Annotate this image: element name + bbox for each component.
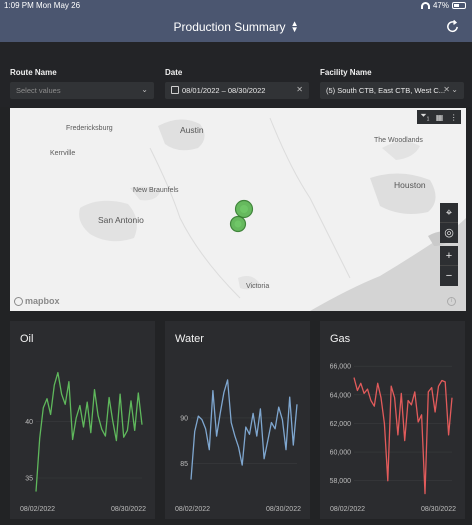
- city-label: New Braunfels: [133, 187, 179, 194]
- status-indicators: 47%: [420, 1, 466, 10]
- route-name-select[interactable]: Select values ⌄: [10, 82, 154, 99]
- map[interactable]: Fredericksburg Austin Kerrville New Brau…: [10, 108, 466, 311]
- filter-badge: 1: [426, 116, 430, 123]
- filter-bar: Route Name Select values ⌄ Date 08/01/20…: [0, 42, 472, 107]
- city-label: The Woodlands: [374, 137, 423, 144]
- clear-facility-icon[interactable]: ✕: [443, 85, 450, 94]
- page-title-group[interactable]: Production Summary ▲ ▼: [0, 19, 472, 35]
- calendar-icon: [171, 86, 179, 94]
- gas-chart-card: Gas 58,000 60,000 62,000 64,000 66,000 08/02/…: [320, 321, 465, 519]
- city-label: Houston: [394, 180, 426, 190]
- y-tick-label: 40: [25, 419, 33, 426]
- page-title: Production Summary: [173, 20, 286, 34]
- status-time: 1:09 PM Mon May 26: [4, 1, 81, 10]
- x-tick-label: 08/02/2022: [20, 506, 55, 513]
- y-tick-label: 62,000: [330, 421, 352, 428]
- city-label: San Antonio: [98, 215, 144, 225]
- map-pin-icon[interactable]: ⌖: [440, 203, 458, 223]
- city-label: Austin: [180, 125, 204, 135]
- date-range-value: 08/01/2022 – 08/30/2022: [182, 86, 266, 95]
- facility-name-value: (5) South CTB, East CTB, West C...: [326, 86, 446, 95]
- more-vertical-icon[interactable]: ⋮: [450, 113, 458, 122]
- date-range-field[interactable]: 08/01/2022 – 08/30/2022 ✕: [165, 82, 309, 99]
- y-tick-label: 35: [25, 476, 33, 483]
- chevron-up-down-icon: ▲ ▼: [290, 19, 299, 34]
- oil-line-chart: 35 40 08/02/2022 08/30/2022: [20, 371, 146, 513]
- facility-name-select[interactable]: (5) South CTB, East CTB, West C... ✕ ⌄: [320, 82, 464, 99]
- map-zoom-controls: + −: [440, 246, 458, 286]
- y-tick-label: 64,000: [330, 392, 352, 399]
- city-label: Kerrville: [50, 150, 76, 157]
- water-line-chart: 85 90 08/02/2022 08/30/2022: [175, 379, 301, 513]
- info-icon[interactable]: i: [447, 297, 456, 306]
- x-tick-label: 08/30/2022: [421, 506, 456, 513]
- y-tick-label: 66,000: [330, 364, 352, 371]
- y-tick-label: 58,000: [330, 478, 352, 485]
- refresh-icon[interactable]: [445, 19, 460, 34]
- date-label: Date: [165, 68, 183, 77]
- water-chart-card: Water 85 90 08/02/2022 08/30/2022: [165, 321, 310, 519]
- table-icon[interactable]: ▦: [436, 113, 444, 122]
- chevron-down-icon: ⌄: [141, 85, 148, 94]
- x-tick-label: 08/02/2022: [175, 506, 210, 513]
- facility-name-label: Facility Name: [320, 68, 372, 77]
- y-tick-label: 90: [180, 415, 188, 422]
- gas-line-chart: 58,000 60,000 62,000 64,000 66,000 08/02/2022…: [330, 364, 457, 513]
- zoom-in-button[interactable]: +: [440, 246, 458, 266]
- y-tick-label: 85: [180, 461, 188, 468]
- clear-date-icon[interactable]: ✕: [296, 85, 303, 94]
- oil-series-line: [35, 371, 143, 492]
- water-series-line: [190, 379, 298, 480]
- map-toolbar: ⏷1 ▦ ⋮: [417, 110, 461, 124]
- x-tick-label: 08/30/2022: [111, 506, 146, 513]
- title-bar: Production Summary ▲ ▼: [0, 12, 472, 42]
- route-name-placeholder: Select values: [16, 86, 61, 95]
- y-tick-label: 60,000: [330, 450, 352, 457]
- x-tick-label: 08/02/2022: [330, 506, 365, 513]
- locate-me-icon[interactable]: ◎: [440, 223, 458, 243]
- battery-icon: [452, 2, 466, 9]
- x-tick-label: 08/30/2022: [266, 506, 301, 513]
- city-label: Fredericksburg: [66, 125, 113, 132]
- route-name-label: Route Name: [10, 68, 57, 77]
- zoom-out-button[interactable]: −: [440, 266, 458, 286]
- oil-chart-card: Oil 35 40 08/02/2022 08/30/2022: [10, 321, 155, 519]
- map-location-controls: ⌖ ◎: [440, 203, 458, 243]
- chevron-down-icon: ⌄: [451, 85, 458, 94]
- city-label: Victoria: [246, 283, 270, 290]
- wifi-icon: [420, 2, 430, 9]
- status-bar: 1:09 PM Mon May 26 47%: [0, 0, 472, 12]
- battery-percent: 47%: [432, 1, 449, 10]
- filter-icon[interactable]: ⏷1: [420, 111, 429, 123]
- mapbox-logo: mapbox: [14, 296, 60, 306]
